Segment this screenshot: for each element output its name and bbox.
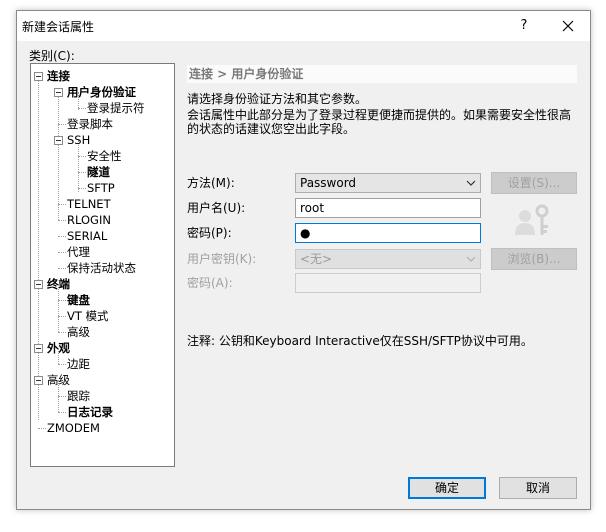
user-key-icon [512,203,552,243]
expand-toggle-advanced[interactable] [34,376,43,385]
tree-item-terminal-advanced[interactable]: 高级 [67,324,90,340]
tree-item-terminal[interactable]: 终端 [47,276,70,292]
tree-connector [58,300,66,301]
password-label: 密码(P): [187,226,232,240]
tree-item-serial[interactable]: SERIAL [67,228,107,244]
method-select-value: Password [300,176,357,190]
expand-toggle-appearance[interactable] [34,344,43,353]
tree-connector [58,268,66,269]
user-key-label: 用户密钥(K): [187,252,257,266]
tree-connector [58,396,66,397]
help-button[interactable]: ? [514,16,534,36]
tree-connector [38,428,46,429]
tree-item-trace[interactable]: 跟踪 [67,388,90,404]
username-label: 用户名(U): [187,201,246,215]
category-label: 类别(C): [29,49,75,63]
tree-item-login-script[interactable]: 登录脚本 [67,116,113,132]
tree-item-keyboard[interactable]: 键盘 [67,292,90,308]
tree-connector [78,156,86,157]
tree-connector [58,236,66,237]
tree-item-authentication[interactable]: 用户身份验证 [67,84,136,100]
tree-item-keep-alive[interactable]: 保持活动状态 [67,260,136,276]
tree-item-telnet[interactable]: TELNET [67,196,111,212]
user-key-select-value: <无> [300,252,333,266]
tree-item-connection[interactable]: 连接 [47,68,70,84]
browse-button[interactable]: 浏览(B)... [491,248,577,270]
tree-connector [78,172,86,173]
tree-item-ssh[interactable]: SSH [67,132,90,148]
category-tree[interactable]: 连接 用户身份验证 登录提示符 登录脚本 SSH 安全性 隧道 SFTP TEL… [30,63,175,467]
tree-connector [58,412,66,413]
tree-item-login-prompts[interactable]: 登录提示符 [87,100,145,116]
tree-item-advanced[interactable]: 高级 [47,372,70,388]
tree-item-tunneling[interactable]: 隧道 [87,164,110,180]
tree-connector [58,92,59,220]
tree-item-rlogin[interactable]: RLOGIN [67,212,111,228]
tree-connector [78,108,86,109]
passphrase-input[interactable] [295,273,481,293]
tree-item-appearance[interactable]: 外观 [47,340,70,356]
password-input[interactable]: ● [295,223,481,243]
expand-toggle-authentication[interactable] [54,88,63,97]
title-bar: 新建会话属性 ? [17,11,590,41]
chevron-down-icon [466,256,476,262]
tree-connector [78,188,86,189]
expand-toggle-terminal[interactable] [34,280,43,289]
cancel-button[interactable]: 取消 [499,477,577,499]
tree-connector [58,124,66,125]
tree-connector [38,76,39,420]
tree-item-security[interactable]: 安全性 [87,148,122,164]
expand-toggle-connection[interactable] [34,72,43,81]
user-key-select[interactable]: <无> [295,249,481,269]
tree-connector [58,332,66,333]
close-icon[interactable] [558,16,578,36]
panel-header: 连接 > 用户身份验证 [187,65,577,83]
tree-item-margins[interactable]: 边距 [67,356,90,372]
tree-connector [58,252,66,253]
method-select[interactable]: Password [295,173,481,193]
chevron-down-icon [466,180,476,186]
panel-note-security: 会话属性中此部分是为了登录过程更便捷而提供的。如果需要安全性很高的状态的话建议您… [187,108,572,136]
tree-item-vt-modes[interactable]: VT 模式 [67,308,109,324]
tree-connector [58,220,66,221]
session-properties-dialog: 新建会话属性 ? 类别(C): 连接 用户身份验证 登录提示符 登录脚本 SSH… [16,10,591,510]
tree-connector [58,316,66,317]
panel-description: 请选择身份验证方法和其它参数。 [187,92,368,106]
passphrase-label: 密码(A): [187,276,233,290]
tree-item-logging[interactable]: 日志记录 [67,404,113,420]
expand-toggle-ssh[interactable] [54,136,63,145]
tree-connector [58,204,66,205]
method-label: 方法(M): [187,176,235,190]
ok-button[interactable]: 确定 [408,477,486,499]
protocol-note: 注释: 公钥和Keyboard Interactive仅在SSH/SFTP协议中… [187,334,533,348]
window-title: 新建会话属性 [22,20,95,34]
tree-connector [58,364,66,365]
tree-item-sftp[interactable]: SFTP [87,180,115,196]
settings-button[interactable]: 设置(S)... [491,172,577,194]
tree-item-proxy[interactable]: 代理 [67,244,90,260]
username-input[interactable]: root [295,198,481,218]
tree-item-zmodem[interactable]: ZMODEM [47,420,100,436]
